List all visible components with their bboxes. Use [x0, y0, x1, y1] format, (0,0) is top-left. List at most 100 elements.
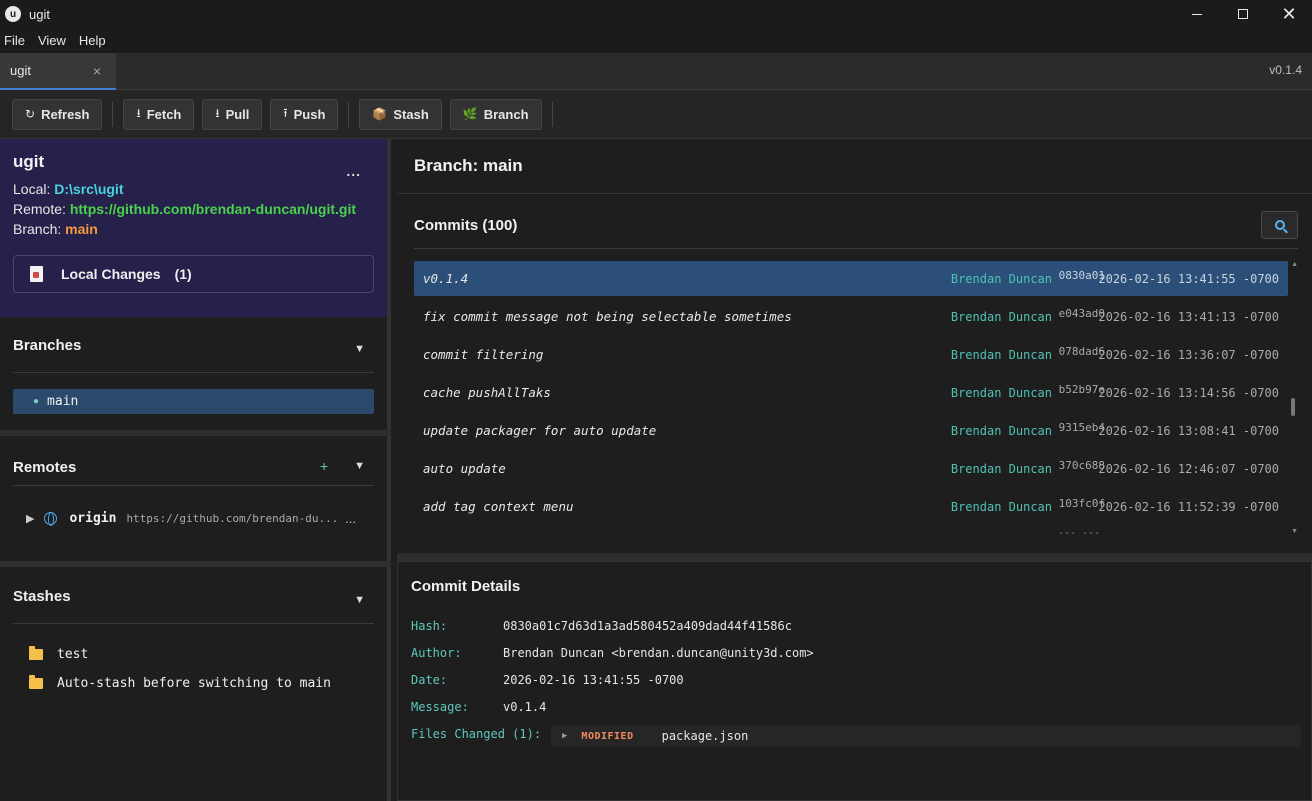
branch-header-title: Branch: main — [414, 156, 523, 175]
branch-button[interactable]: 🌿 Branch — [449, 98, 542, 130]
branches-divider — [13, 372, 374, 373]
repo-name: ugit — [13, 152, 45, 171]
repo-local-label: Local: — [13, 181, 55, 197]
commits-title: Commits (100) — [414, 217, 518, 234]
pull-icon: ⭳ — [215, 105, 220, 120]
window-controls: ✕ — [1174, 0, 1312, 28]
commit-row[interactable]: update packager for auto update Brendan D… — [414, 413, 1288, 448]
sidebar: ugit ... Local: D:\src\ugit Remote: http… — [0, 139, 391, 801]
commit-message: update packager for auto update — [423, 423, 657, 438]
detail-hash-value[interactable]: 0830a01c7d63d1a3ad580452a409dad44f41586c — [503, 619, 792, 633]
search-commits-button[interactable] — [1261, 211, 1298, 239]
close-button[interactable]: ✕ — [1266, 0, 1312, 28]
commit-message: v0.1.4 — [423, 271, 469, 286]
remote-item-origin[interactable]: ▶ origin https://github.com/brendan-du..… — [26, 511, 366, 526]
menu-help[interactable]: Help — [79, 33, 106, 48]
commit-row[interactable]: auto update Brendan Duncan 370c688 2026-02-… — [414, 451, 1288, 486]
folder-icon — [29, 646, 43, 660]
repo-local-line: Local: D:\src\ugit — [13, 181, 374, 197]
commit-list[interactable]: v0.1.4 Brendan Duncan 0830a01 2026-02-16 13… — [414, 261, 1288, 541]
menu-bar: File View Help — [0, 28, 1312, 53]
document-icon — [30, 266, 43, 282]
commit-message: commit filtering — [423, 347, 544, 362]
repo-info-card: ugit ... Local: D:\src\ugit Remote: http… — [0, 139, 387, 317]
detail-message-label: Message: — [411, 700, 469, 714]
branch-icon: 🌿 — [462, 107, 478, 121]
push-button[interactable]: ⭱ Push — [270, 98, 339, 130]
local-changes-button[interactable]: Local Changes (1) — [13, 255, 374, 293]
refresh-icon: ↻ — [25, 107, 36, 121]
commit-row[interactable]: v0.1.4 Brendan Duncan 0830a01 2026-02-16 13… — [414, 261, 1288, 296]
expand-arrow-icon[interactable]: ▶ — [562, 731, 567, 741]
maximize-button[interactable] — [1220, 0, 1266, 28]
commits-panel: Commits (100) v0.1.4 Brendan Duncan 0830a0… — [397, 195, 1312, 553]
commit-date: 2026-02-16 13:08:41 -0700 — [1098, 423, 1279, 438]
detail-date-value[interactable]: 2026-02-16 13:41:55 -0700 — [503, 673, 684, 687]
commit-date: 2026-02-16 12:46:07 -0700 — [1098, 461, 1279, 476]
version-label: v0.1.4 — [1269, 63, 1302, 77]
commit-row[interactable]: fix commit message not being selectable … — [414, 299, 1288, 334]
stash-item[interactable]: test — [29, 646, 88, 662]
commit-row[interactable]: commit filtering Brendan Duncan 078dad6 202… — [414, 337, 1288, 372]
commit-date: 2026-02-16 13:41:55 -0700 — [1098, 271, 1279, 286]
fetch-label: Fetch — [146, 106, 182, 122]
section-divider — [0, 430, 391, 436]
detail-author-value[interactable]: Brendan Duncan <brendan.duncan@unity3d.c… — [503, 646, 814, 660]
repo-local-path[interactable]: D:\src\ugit — [54, 181, 123, 197]
commit-date: 2026-02-16 11:52:39 -0700 — [1098, 499, 1279, 514]
folder-icon — [29, 675, 43, 689]
push-icon: ⭱ — [283, 105, 288, 120]
menu-file[interactable]: File — [4, 33, 25, 48]
local-changes-count: (1) — [174, 266, 192, 282]
branches-collapse-icon[interactable]: ▼ — [354, 343, 365, 355]
toolbar-separator — [551, 101, 553, 127]
fetch-button[interactable]: ⭳ Fetch — [123, 98, 195, 130]
commit-details-panel: Commit Details Hash: 0830a01c7d63d1a3ad5… — [397, 561, 1312, 801]
branch-item-label: main — [47, 394, 79, 409]
stash-label: Auto-stash before switching to main — [57, 676, 331, 691]
stashes-title: Stashes — [13, 588, 71, 605]
minimize-button[interactable] — [1174, 0, 1220, 28]
commits-divider — [414, 248, 1298, 249]
stash-item[interactable]: Auto-stash before switching to main — [29, 675, 331, 691]
tab-close-icon[interactable]: × — [93, 63, 101, 79]
branch-header: Branch: main — [397, 139, 1312, 194]
repo-remote-line: Remote: https://github.com/brendan-dunca… — [13, 201, 374, 217]
scroll-down-icon[interactable]: ▼ — [1291, 528, 1298, 535]
repo-more-icon[interactable]: ... — [346, 163, 361, 179]
branch-item-main[interactable]: ● main — [13, 389, 374, 414]
remote-more-icon[interactable]: ... — [345, 511, 356, 526]
commit-row[interactable]: add tag context menu Brendan Duncan 103fc0… — [414, 489, 1288, 524]
menu-view[interactable]: View — [38, 33, 66, 48]
repo-remote-url[interactable]: https://github.com/brendan-duncan/ugit.g… — [70, 201, 356, 217]
stash-button[interactable]: 📦 Stash — [359, 98, 442, 130]
detail-hash-label: Hash: — [411, 619, 448, 633]
stashes-divider — [13, 623, 374, 624]
app-logo-icon: u — [5, 6, 21, 22]
refresh-button[interactable]: ↻ Refresh — [12, 98, 103, 130]
main-panel: Branch: main Commits (100) v0.1.4 Brendan… — [391, 139, 1312, 801]
detail-message-value[interactable]: v0.1.4 — [503, 700, 546, 714]
search-icon — [1274, 220, 1285, 230]
changed-file-item[interactable]: ▶ MODIFIED package.json — [551, 725, 1301, 747]
commit-author: Brendan Duncan — [950, 499, 1052, 514]
box-icon: 📦 — [372, 107, 388, 121]
pull-button[interactable]: ⭳ Pull — [202, 98, 263, 130]
scroll-up-icon[interactable]: ▲ — [1291, 261, 1298, 268]
expand-arrow-icon[interactable]: ▶ — [26, 512, 34, 525]
add-remote-icon[interactable]: + — [320, 458, 328, 474]
commit-author: Brendan Duncan — [950, 385, 1052, 400]
remote-url: https://github.com/brendan-du... — [126, 512, 339, 525]
remotes-collapse-icon[interactable]: ▼ — [354, 460, 365, 472]
commit-date: 2026-02-16 13:36:07 -0700 — [1098, 347, 1279, 362]
scrollbar-thumb[interactable] — [1291, 398, 1295, 416]
detail-date-label: Date: — [411, 673, 448, 687]
panel-divider[interactable] — [397, 553, 1312, 561]
stashes-collapse-icon[interactable]: ▼ — [354, 594, 365, 606]
commit-message: auto update — [423, 461, 506, 476]
section-divider — [0, 561, 391, 567]
close-icon: ✕ — [1281, 4, 1297, 24]
tab-ugit[interactable]: ugit × — [0, 53, 116, 90]
minimize-icon — [1192, 13, 1202, 15]
commit-row[interactable]: cache pushAllTaks Brendan Duncan b52b97e 20… — [414, 375, 1288, 410]
